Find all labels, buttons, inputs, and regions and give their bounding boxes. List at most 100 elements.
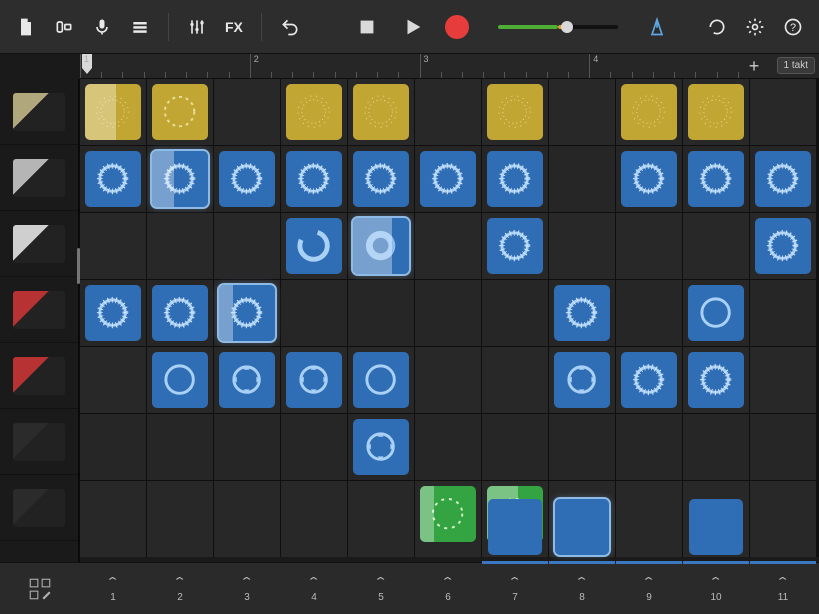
loop-cell[interactable] [487,218,543,274]
column-trigger-9[interactable]: ⌃9 [616,563,682,614]
grid-cell[interactable] [415,280,481,346]
grid-cell[interactable] [214,146,280,212]
loop-cell[interactable] [286,352,342,408]
grid-cell[interactable] [214,347,280,413]
loop-cell[interactable] [286,151,342,207]
loop-cell[interactable] [353,84,409,140]
track-header-synth-bass[interactable] [0,211,78,277]
grid-cell[interactable] [549,547,615,557]
grid-cell[interactable] [415,481,481,547]
loop-cell[interactable] [85,84,141,140]
grid-cell[interactable] [415,79,481,145]
grid-cell[interactable] [348,79,414,145]
grid-cell[interactable] [683,414,749,480]
loop-cell[interactable] [554,285,610,341]
loop-cell[interactable] [219,352,275,408]
loop-cell[interactable] [755,151,811,207]
grid-cell[interactable] [482,146,548,212]
loop-cell[interactable] [420,151,476,207]
grid-cell[interactable] [147,347,213,413]
column-trigger-11[interactable]: ⌃11 [750,563,816,614]
loop-icon[interactable] [703,13,731,41]
add-section-button[interactable]: + [745,57,763,75]
grid-cell[interactable] [348,146,414,212]
column-trigger-8[interactable]: ⌃8 [549,563,615,614]
grid-cell[interactable] [750,79,816,145]
timeline-ruler[interactable]: + 1 takt 1234 [80,54,819,79]
grid-cell[interactable] [482,347,548,413]
master-volume-slider[interactable] [498,25,618,29]
grid-cell[interactable] [147,280,213,346]
grid-cell[interactable] [482,213,548,279]
grid-cell[interactable] [348,280,414,346]
grid-cell[interactable] [482,280,548,346]
column-trigger-6[interactable]: ⌃6 [415,563,481,614]
track-header-drum-machine-1[interactable] [0,79,78,145]
section-length-label[interactable]: 1 takt [777,57,815,74]
loop-cell[interactable] [152,84,208,140]
grid-cell[interactable] [80,79,146,145]
loop-cell[interactable] [152,352,208,408]
grid-cell[interactable] [750,347,816,413]
grid-cell[interactable] [281,146,347,212]
grid-cell[interactable] [214,481,280,547]
column-trigger-7[interactable]: ⌃7 [482,563,548,614]
grid-cell[interactable] [616,280,682,346]
loop-cell[interactable] [621,151,677,207]
fx-button[interactable]: FX [221,13,247,41]
grid-cell[interactable] [616,414,682,480]
grid-cell[interactable] [549,146,615,212]
grid-cell[interactable] [482,547,548,557]
grid-cell[interactable] [750,414,816,480]
grid-cell[interactable] [750,213,816,279]
grid-cell[interactable] [750,481,816,547]
grid-cell[interactable] [281,414,347,480]
grid-cell[interactable] [80,280,146,346]
browser-icon[interactable] [50,13,78,41]
loop-cell[interactable] [621,352,677,408]
document-icon[interactable] [12,13,40,41]
grid-cell[interactable] [348,213,414,279]
help-icon[interactable]: ? [779,13,807,41]
grid-cell[interactable] [281,347,347,413]
loop-cell[interactable] [219,151,275,207]
grid-cell[interactable] [415,547,481,557]
loop-cell[interactable] [353,218,409,274]
track-header-keyboard-red-2[interactable] [0,343,78,409]
loop-cell[interactable] [488,499,542,555]
loop-cell[interactable] [689,499,743,555]
grid-cell[interactable] [80,481,146,547]
grid-cell[interactable] [348,547,414,557]
loop-cell[interactable] [286,218,342,274]
grid-cell[interactable] [683,280,749,346]
column-trigger-4[interactable]: ⌃4 [281,563,347,614]
grid-cell[interactable] [750,280,816,346]
loop-cell[interactable] [554,352,610,408]
grid-cell[interactable] [80,146,146,212]
mixer-icon[interactable] [183,13,211,41]
grid-cell[interactable] [616,481,682,547]
loop-cell[interactable] [353,352,409,408]
grid-cell[interactable] [549,213,615,279]
loop-cell[interactable] [85,285,141,341]
grid-cell[interactable] [348,481,414,547]
grid-cell[interactable] [281,280,347,346]
grid-cell[interactable] [683,213,749,279]
settings-icon[interactable] [741,13,769,41]
grid-cell[interactable] [281,481,347,547]
grid-cell[interactable] [616,213,682,279]
track-header-drum-machine-2[interactable] [0,145,78,211]
loop-cell[interactable] [353,151,409,207]
grid-cell[interactable] [616,547,682,557]
column-trigger-10[interactable]: ⌃10 [683,563,749,614]
track-header-keyboard-black-1[interactable] [0,409,78,475]
grid-cell[interactable] [616,347,682,413]
grid-cell[interactable] [214,280,280,346]
undo-icon[interactable] [276,13,304,41]
grid-cell[interactable] [482,414,548,480]
loop-cell[interactable] [152,151,208,207]
track-header-keyboard-black-2[interactable] [0,475,78,541]
column-trigger-5[interactable]: ⌃5 [348,563,414,614]
loop-cell[interactable] [555,499,609,555]
track-header-keyboard-red-1[interactable] [0,277,78,343]
